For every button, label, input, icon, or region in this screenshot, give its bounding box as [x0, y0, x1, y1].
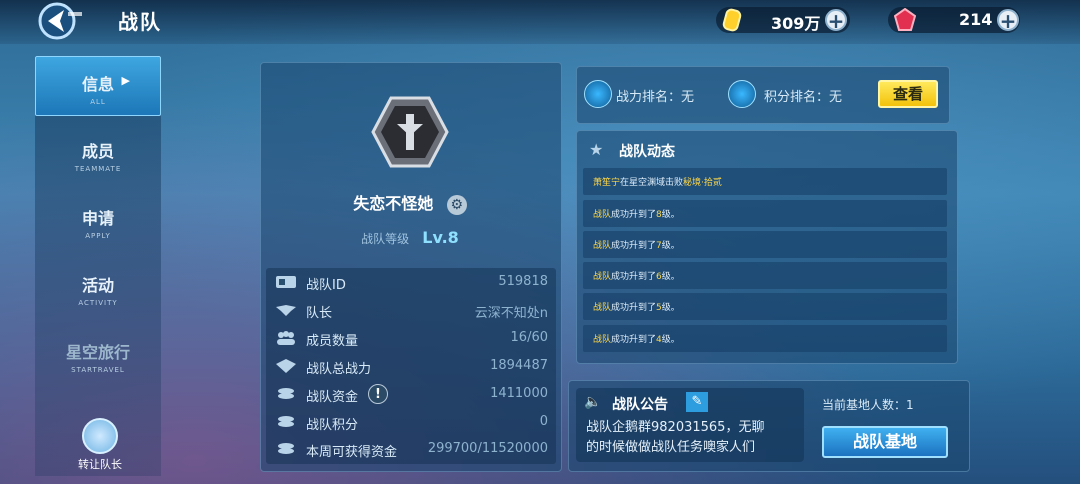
tab-info[interactable]: 信息 ALL ▶ [35, 56, 161, 116]
tab-teammate[interactable]: 成员 TEAMMATE [35, 124, 161, 184]
stat-row-leader: 队长 云深不知处n [266, 297, 556, 324]
event-text: 战队成功升到了6级。 [593, 272, 680, 282]
power-rank-text: 战力排名：无 [616, 90, 695, 105]
power-icon [276, 359, 296, 373]
list-item: 战队成功升到了8级。 [583, 200, 947, 227]
team-base-button[interactable]: 战队基地 [822, 426, 948, 458]
notice-box: 🔈 战队公告 ✎ 战队企鹅群982031565，无聊 的时候做做战队任务噢家人们 [576, 388, 804, 462]
event-text: 战队成功升到了5级。 [593, 303, 680, 313]
stat-label: 战队总战力 [306, 362, 372, 377]
triangle-right-icon: ▶ [121, 74, 130, 87]
stat-row-power: 战队总战力 1894487 [266, 353, 556, 380]
gear-icon[interactable]: ⚙ [446, 194, 467, 215]
stat-value: 云深不知处n [474, 306, 548, 321]
tab-activity-label: 活动 [81, 276, 114, 295]
gem-value: 214 [959, 10, 993, 29]
tab-teammate-label: 成员 [81, 142, 114, 161]
gold-coin-icon [722, 8, 742, 36]
view-button[interactable]: 查看 [878, 80, 938, 108]
notice-line-2: 的时候做做战队任务噢家人们 [586, 440, 756, 455]
stat-label: 本周可获得资金 [306, 445, 398, 460]
team-level-value: Lv.8 [422, 228, 459, 247]
coins-icon [278, 443, 294, 454]
tab-activity[interactable]: 活动 ACTIVITY [35, 258, 161, 318]
transfer-leader-icon [82, 418, 118, 454]
add-coins-button[interactable]: + [825, 9, 847, 31]
stat-value: 0 [539, 414, 548, 429]
red-gem-icon [893, 7, 917, 36]
tab-startravel-label: 星空旅行 [65, 343, 130, 362]
members-icon [277, 331, 295, 345]
list-item: 战队成功升到了4级。 [583, 325, 947, 352]
team-level-label: 战队等级 [361, 232, 410, 246]
tab-startravel-sub: STARTRAVEL [71, 366, 125, 374]
score-rank-icon [728, 80, 756, 108]
stat-row-funds: 战队资金 ! 1411000 [266, 381, 556, 408]
stat-value: 1894487 [490, 358, 548, 373]
star-icon: ★ [589, 140, 604, 159]
tab-teammate-sub: TEAMMATE [74, 165, 122, 173]
info-exclamation-icon[interactable]: ! [368, 384, 388, 404]
stat-value: 519818 [498, 274, 548, 289]
tab-apply-sub: APPLY [85, 232, 111, 240]
stat-label: 队长 [306, 306, 333, 321]
event-text: 战队成功升到了8级。 [593, 210, 680, 220]
power-rank-icon [584, 80, 612, 108]
stat-row-score: 战队积分 0 [266, 409, 556, 436]
event-text: 战队成功升到了7级。 [593, 241, 680, 251]
coins-icon [278, 416, 294, 427]
speaker-icon: 🔈 [584, 394, 602, 410]
team-name: 失恋不怪她 [353, 194, 434, 213]
add-gems-button[interactable]: + [997, 9, 1019, 31]
stat-value: 16/60 [510, 330, 548, 345]
score-rank-text: 积分排名：无 [764, 90, 843, 105]
list-item: 战队成功升到了5级。 [583, 293, 947, 320]
back-arrow-icon[interactable] [38, 2, 84, 40]
stat-label: 战队资金 [306, 390, 359, 405]
team-events-panel: ★ 战队动态 萧笙宁在星空渊域击败秘境·拾贰 战队成功升到了8级。 战队成功升到… [576, 130, 958, 364]
tab-activity-sub: ACTIVITY [78, 299, 118, 307]
stat-value: 1411000 [490, 386, 548, 401]
stat-label: 成员数量 [306, 334, 359, 349]
transfer-leader-button[interactable]: 转让队长 [72, 418, 128, 478]
stat-row-weekly-funds: 本周可获得资金 299700/11520000 [266, 436, 556, 463]
stat-value: 299700/11520000 [427, 441, 548, 456]
team-stats-table: 战队ID 519818 队长 云深不知处n 成员数量 16/60 战队总战力 1… [266, 268, 556, 464]
team-emblem-icon [371, 96, 449, 172]
edit-icon[interactable]: ✎ [686, 392, 708, 412]
sidebar: 信息 ALL ▶ 成员 TEAMMATE 申请 APPLY 活动 ACTIVIT… [35, 56, 161, 476]
transfer-leader-label: 转让队长 [78, 458, 122, 471]
tab-info-label: 信息 [81, 75, 114, 94]
id-card-icon [276, 276, 296, 288]
tab-startravel[interactable]: 星空旅行 STARTRAVEL [35, 325, 161, 385]
tab-apply-label: 申请 [81, 209, 114, 228]
tab-info-sub: ALL [90, 98, 106, 106]
team-level-row: 战队等级 Lv.8 [260, 228, 560, 247]
stat-label: 战队ID [306, 278, 346, 293]
stat-row-id: 战队ID 519818 [266, 269, 556, 296]
team-name-row: 失恋不怪她 ⚙ [260, 190, 560, 215]
stat-label: 战队积分 [306, 418, 359, 433]
event-text: 战队成功升到了4级。 [593, 335, 680, 345]
page-title: 战队 [118, 10, 162, 34]
coins-icon [278, 388, 294, 399]
list-item: 萧笙宁在星空渊域击败秘境·拾贰 [583, 168, 947, 195]
tab-apply[interactable]: 申请 APPLY [35, 191, 161, 251]
base-count: 当前基地人数：1 [822, 398, 914, 412]
list-item: 战队成功升到了6级。 [583, 262, 947, 289]
stat-row-members: 成员数量 16/60 [266, 325, 556, 352]
notice-line-1: 战队企鹅群982031565，无聊 [586, 420, 765, 435]
notice-title: 战队公告 [612, 397, 668, 413]
coin-value: 309万 [771, 14, 821, 33]
event-text: 萧笙宁在星空渊域击败秘境·拾贰 [593, 178, 722, 188]
list-item: 战队成功升到了7级。 [583, 231, 947, 258]
notice-body: 战队企鹅群982031565，无聊 的时候做做战队任务噢家人们 [586, 418, 764, 458]
wings-icon [276, 305, 296, 316]
events-title: 战队动态 [619, 144, 675, 160]
